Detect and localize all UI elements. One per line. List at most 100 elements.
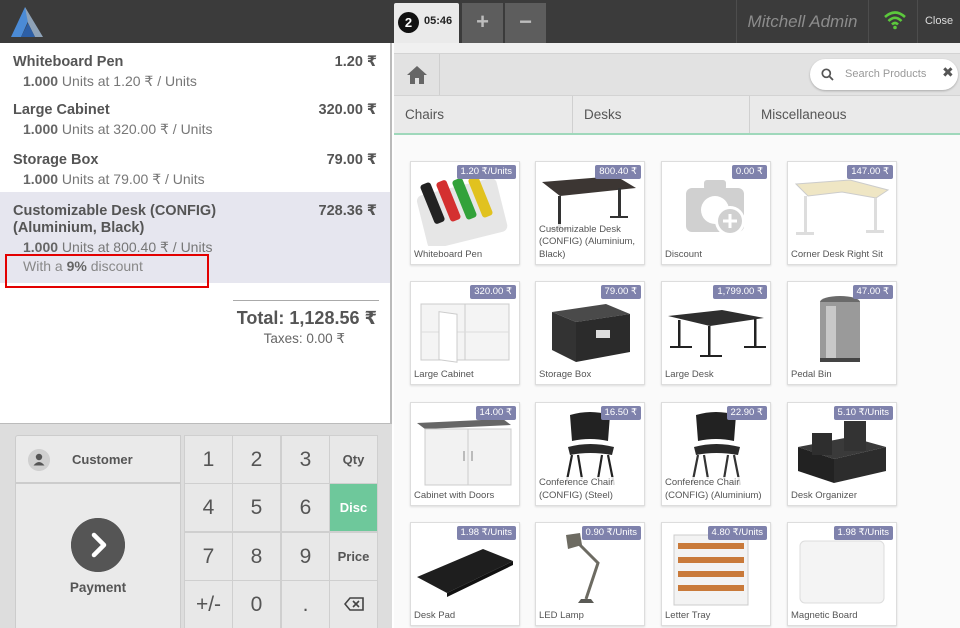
- product-name: Magnetic Board: [791, 609, 895, 622]
- product-name: Storage Box: [539, 368, 643, 381]
- clear-search-icon[interactable]: ✖: [942, 64, 954, 81]
- numpad-key-5[interactable]: 5: [232, 483, 281, 532]
- product-card[interactable]: 1.98 ₹/Units Desk Pad: [410, 522, 520, 626]
- search-icon: [821, 68, 834, 81]
- orderline-name: Large Cabinet: [13, 102, 110, 118]
- product-name: Desk Pad: [414, 609, 518, 622]
- total-divider: [233, 300, 379, 301]
- numpad-key-9[interactable]: 9: [281, 532, 330, 581]
- payment-label: Payment: [69, 580, 127, 595]
- category-chairs[interactable]: Chairs: [394, 96, 573, 133]
- price-tag: 0.00 ₹: [731, 165, 767, 179]
- product-header: Search Products ✖: [394, 53, 960, 96]
- price-tag: 1.20 ₹/Units: [456, 165, 516, 179]
- discount-highlight-box: [5, 254, 209, 288]
- product-name: Large Cabinet: [414, 368, 518, 381]
- backspace-icon: [343, 597, 364, 611]
- product-screen: Search Products ✖ Chairs Desks Miscellan…: [394, 43, 960, 628]
- product-card[interactable]: 1.20 ₹/Units Whiteboard Pen: [410, 161, 520, 265]
- product-name: Customizable Desk (CONFIG) (Aluminium, B…: [539, 223, 643, 261]
- orderline[interactable]: Large Cabinet 320.00 ₹ 1.000 Units at 32…: [0, 92, 390, 142]
- numpad-key-2[interactable]: 2: [232, 435, 281, 484]
- order-number-badge: 2: [398, 12, 419, 33]
- product-card[interactable]: 22.90 ₹ Conference Chair (CONFIG) (Alumi…: [661, 402, 771, 506]
- orderline-name: Whiteboard Pen: [13, 54, 124, 70]
- product-card[interactable]: 79.00 ₹ Storage Box: [535, 281, 645, 385]
- product-card[interactable]: 47.00 ₹ Pedal Bin: [787, 281, 897, 385]
- numpad-key-1[interactable]: 1: [184, 435, 233, 484]
- product-card[interactable]: 0.00 ₹ Discount: [661, 161, 771, 265]
- qty-mode-button[interactable]: Qty: [329, 435, 378, 484]
- orderline-name: Customizable Desk (CONFIG) (Aluminium, B…: [13, 203, 217, 236]
- product-card[interactable]: 14.00 ₹ Cabinet with Doors: [410, 402, 520, 506]
- orderline-info: 1.000 Units at 320.00 ₹ / Units: [23, 121, 213, 137]
- numpad-key-3[interactable]: 3: [281, 435, 330, 484]
- price-mode-button[interactable]: Price: [329, 532, 378, 581]
- numpad-key-0[interactable]: 0: [232, 580, 281, 628]
- orderline-price: 320.00 ₹: [318, 102, 377, 118]
- product-name: Pedal Bin: [791, 368, 895, 381]
- customer-button[interactable]: Customer: [15, 435, 181, 483]
- numpad-key-7[interactable]: 7: [184, 532, 233, 581]
- product-card[interactable]: 16.50 ₹ Conference Chair (CONFIG) (Steel…: [535, 402, 645, 506]
- control-pad: Customer Payment 1 2 3 Qty 4 5 6 Disc 7 …: [0, 423, 392, 628]
- price-tag: 320.00 ₹: [470, 285, 516, 299]
- product-name: Letter Tray: [665, 609, 769, 622]
- top-bar: 2 05:46 + − Mitchell Admin Close: [0, 0, 960, 43]
- product-card[interactable]: 5.10 ₹/Units Desk Organizer: [787, 402, 897, 506]
- payment-button[interactable]: Payment: [15, 483, 181, 628]
- new-order-button[interactable]: +: [462, 3, 503, 43]
- user-icon: [28, 449, 50, 471]
- product-card[interactable]: 4.80 ₹/Units Letter Tray: [661, 522, 771, 626]
- price-tag: 47.00 ₹: [852, 285, 893, 299]
- product-name: Cabinet with Doors: [414, 489, 518, 502]
- orderline-price: 79.00 ₹: [326, 152, 377, 168]
- search-box[interactable]: Search Products ✖: [810, 59, 958, 90]
- product-card[interactable]: 1.98 ₹/Units Magnetic Board: [787, 522, 897, 626]
- product-name: LED Lamp: [539, 609, 643, 622]
- product-name: Discount: [665, 248, 769, 261]
- product-name: Desk Organizer: [791, 489, 895, 502]
- numpad-key-8[interactable]: 8: [232, 532, 281, 581]
- numpad-key-6[interactable]: 6: [281, 483, 330, 532]
- order-tab[interactable]: 2 05:46: [394, 3, 459, 43]
- numpad-key-plus-minus[interactable]: +/-: [184, 580, 233, 628]
- numpad-key-4[interactable]: 4: [184, 483, 233, 532]
- customer-label: Customer: [72, 452, 133, 467]
- price-tag: 4.80 ₹/Units: [707, 526, 767, 540]
- chevron-right-icon: [71, 518, 125, 572]
- orderline[interactable]: Whiteboard Pen 1.20 ₹ 1.000 Units at 1.2…: [0, 43, 390, 92]
- price-tag: 1.98 ₹/Units: [456, 526, 516, 540]
- orderline-price: 1.20 ₹: [334, 54, 377, 70]
- orderline[interactable]: Storage Box 79.00 ₹ 1.000 Units at 79.00…: [0, 142, 390, 192]
- search-input[interactable]: Search Products: [845, 68, 926, 80]
- product-card[interactable]: 1,799.00 ₹ Large Desk: [661, 281, 771, 385]
- product-card[interactable]: 800.40 ₹ Customizable Desk (CONFIG) (Alu…: [535, 161, 645, 265]
- product-card[interactable]: 0.90 ₹/Units LED Lamp: [535, 522, 645, 626]
- product-card[interactable]: 147.00 ₹ Corner Desk Right Sit: [787, 161, 897, 265]
- close-button[interactable]: Close: [917, 0, 960, 43]
- orderline-info: 1.000 Units at 1.20 ₹ / Units: [23, 73, 197, 89]
- product-name: Conference Chair (CONFIG) (Steel): [539, 477, 643, 502]
- price-tag: 14.00 ₹: [475, 406, 516, 420]
- delete-order-button[interactable]: −: [505, 3, 546, 43]
- product-name: Conference Chair (CONFIG) (Aluminium): [665, 477, 769, 502]
- price-tag: 22.90 ₹: [726, 406, 767, 420]
- disc-mode-button[interactable]: Disc: [329, 483, 378, 532]
- price-tag: 79.00 ₹: [600, 285, 641, 299]
- price-tag: 1,799.00 ₹: [713, 285, 767, 299]
- user-name[interactable]: Mitchell Admin: [736, 0, 869, 43]
- app-logo-icon: [11, 7, 43, 37]
- price-tag: 1.98 ₹/Units: [833, 526, 893, 540]
- home-icon: [407, 66, 427, 84]
- numpad-key-dot[interactable]: .: [281, 580, 330, 628]
- category-desks[interactable]: Desks: [573, 96, 750, 133]
- product-name: Whiteboard Pen: [414, 248, 518, 261]
- orderline-name: Storage Box: [13, 152, 99, 168]
- category-miscellaneous[interactable]: Miscellaneous: [750, 96, 960, 133]
- home-button[interactable]: [394, 54, 440, 95]
- product-card[interactable]: 320.00 ₹ Large Cabinet: [410, 281, 520, 385]
- category-bar: Chairs Desks Miscellaneous: [394, 96, 960, 135]
- backspace-button[interactable]: [329, 580, 378, 628]
- product-name: Large Desk: [665, 368, 769, 381]
